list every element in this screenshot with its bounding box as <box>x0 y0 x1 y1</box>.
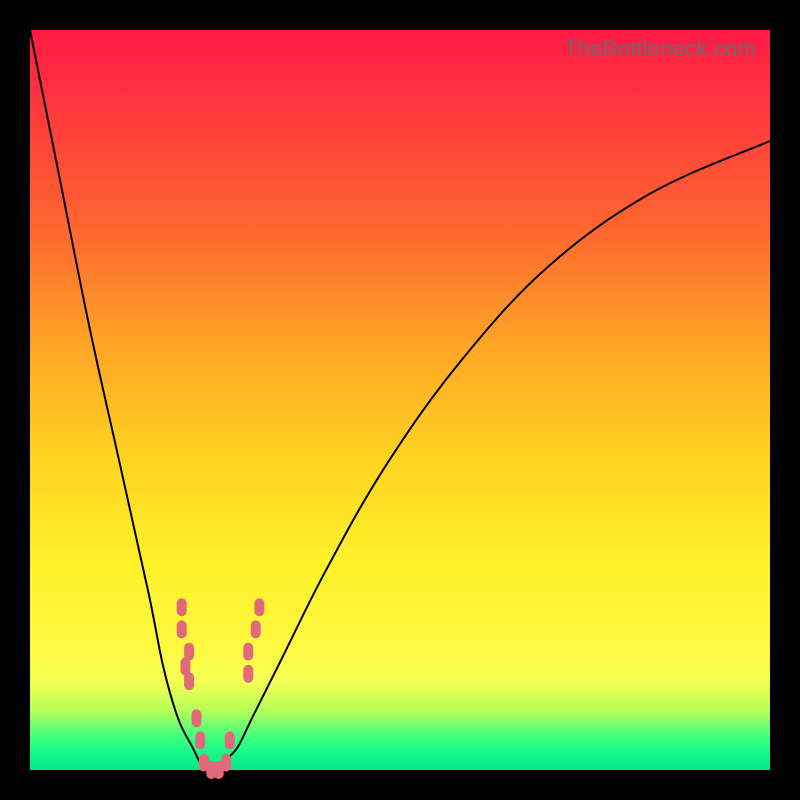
chart-plot-area: TheBottleneck.com <box>30 30 770 770</box>
bottleneck-curve-path <box>30 30 770 771</box>
bottleneck-curve-svg <box>30 30 770 770</box>
curve-marker <box>254 598 264 616</box>
curve-marker <box>221 754 231 772</box>
chart-frame: TheBottleneck.com <box>0 0 800 800</box>
curve-marker <box>192 709 202 727</box>
curve-marker <box>177 598 187 616</box>
curve-marker <box>243 665 253 683</box>
curve-marker <box>225 731 235 749</box>
curve-marker <box>243 643 253 661</box>
curve-marker <box>177 620 187 638</box>
curve-markers-group <box>177 598 265 779</box>
curve-marker <box>251 620 261 638</box>
curve-marker <box>184 672 194 690</box>
curve-marker <box>195 731 205 749</box>
